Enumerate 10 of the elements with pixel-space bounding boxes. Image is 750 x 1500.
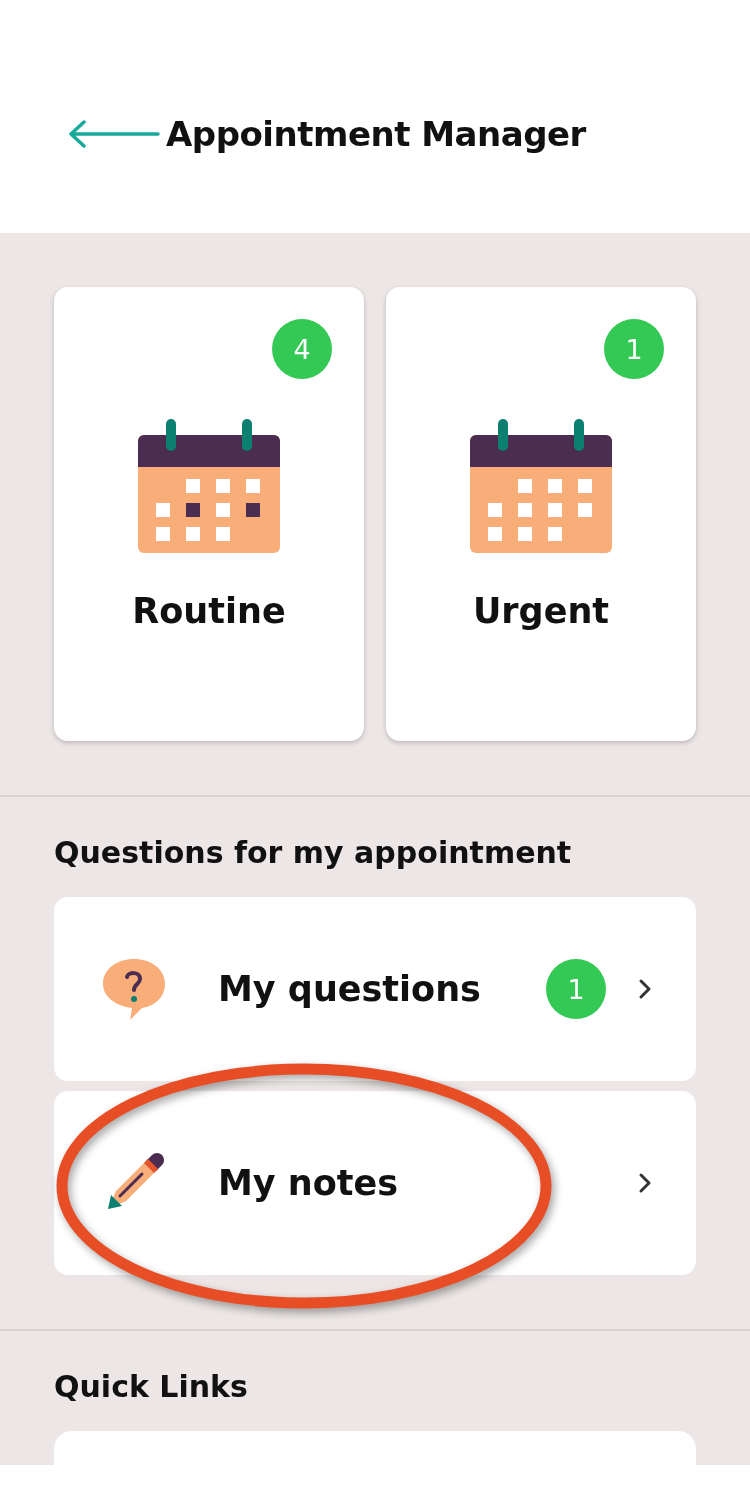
appointment-card[interactable]: 4 Routine (54, 287, 364, 741)
count-badge: 1 (604, 319, 664, 379)
page-title: Appointment Manager (166, 113, 586, 154)
appointment-card[interactable]: 1 Urgent (386, 287, 696, 741)
count-badge: 1 (546, 959, 606, 1019)
section-heading: Questions for my appointment (54, 834, 573, 872)
count-badge: 4 (272, 319, 332, 379)
list-row[interactable]: My questions 1 (54, 897, 696, 1081)
section-heading: Quick Links (54, 1368, 249, 1406)
list-row[interactable]: My notes (54, 1091, 696, 1275)
